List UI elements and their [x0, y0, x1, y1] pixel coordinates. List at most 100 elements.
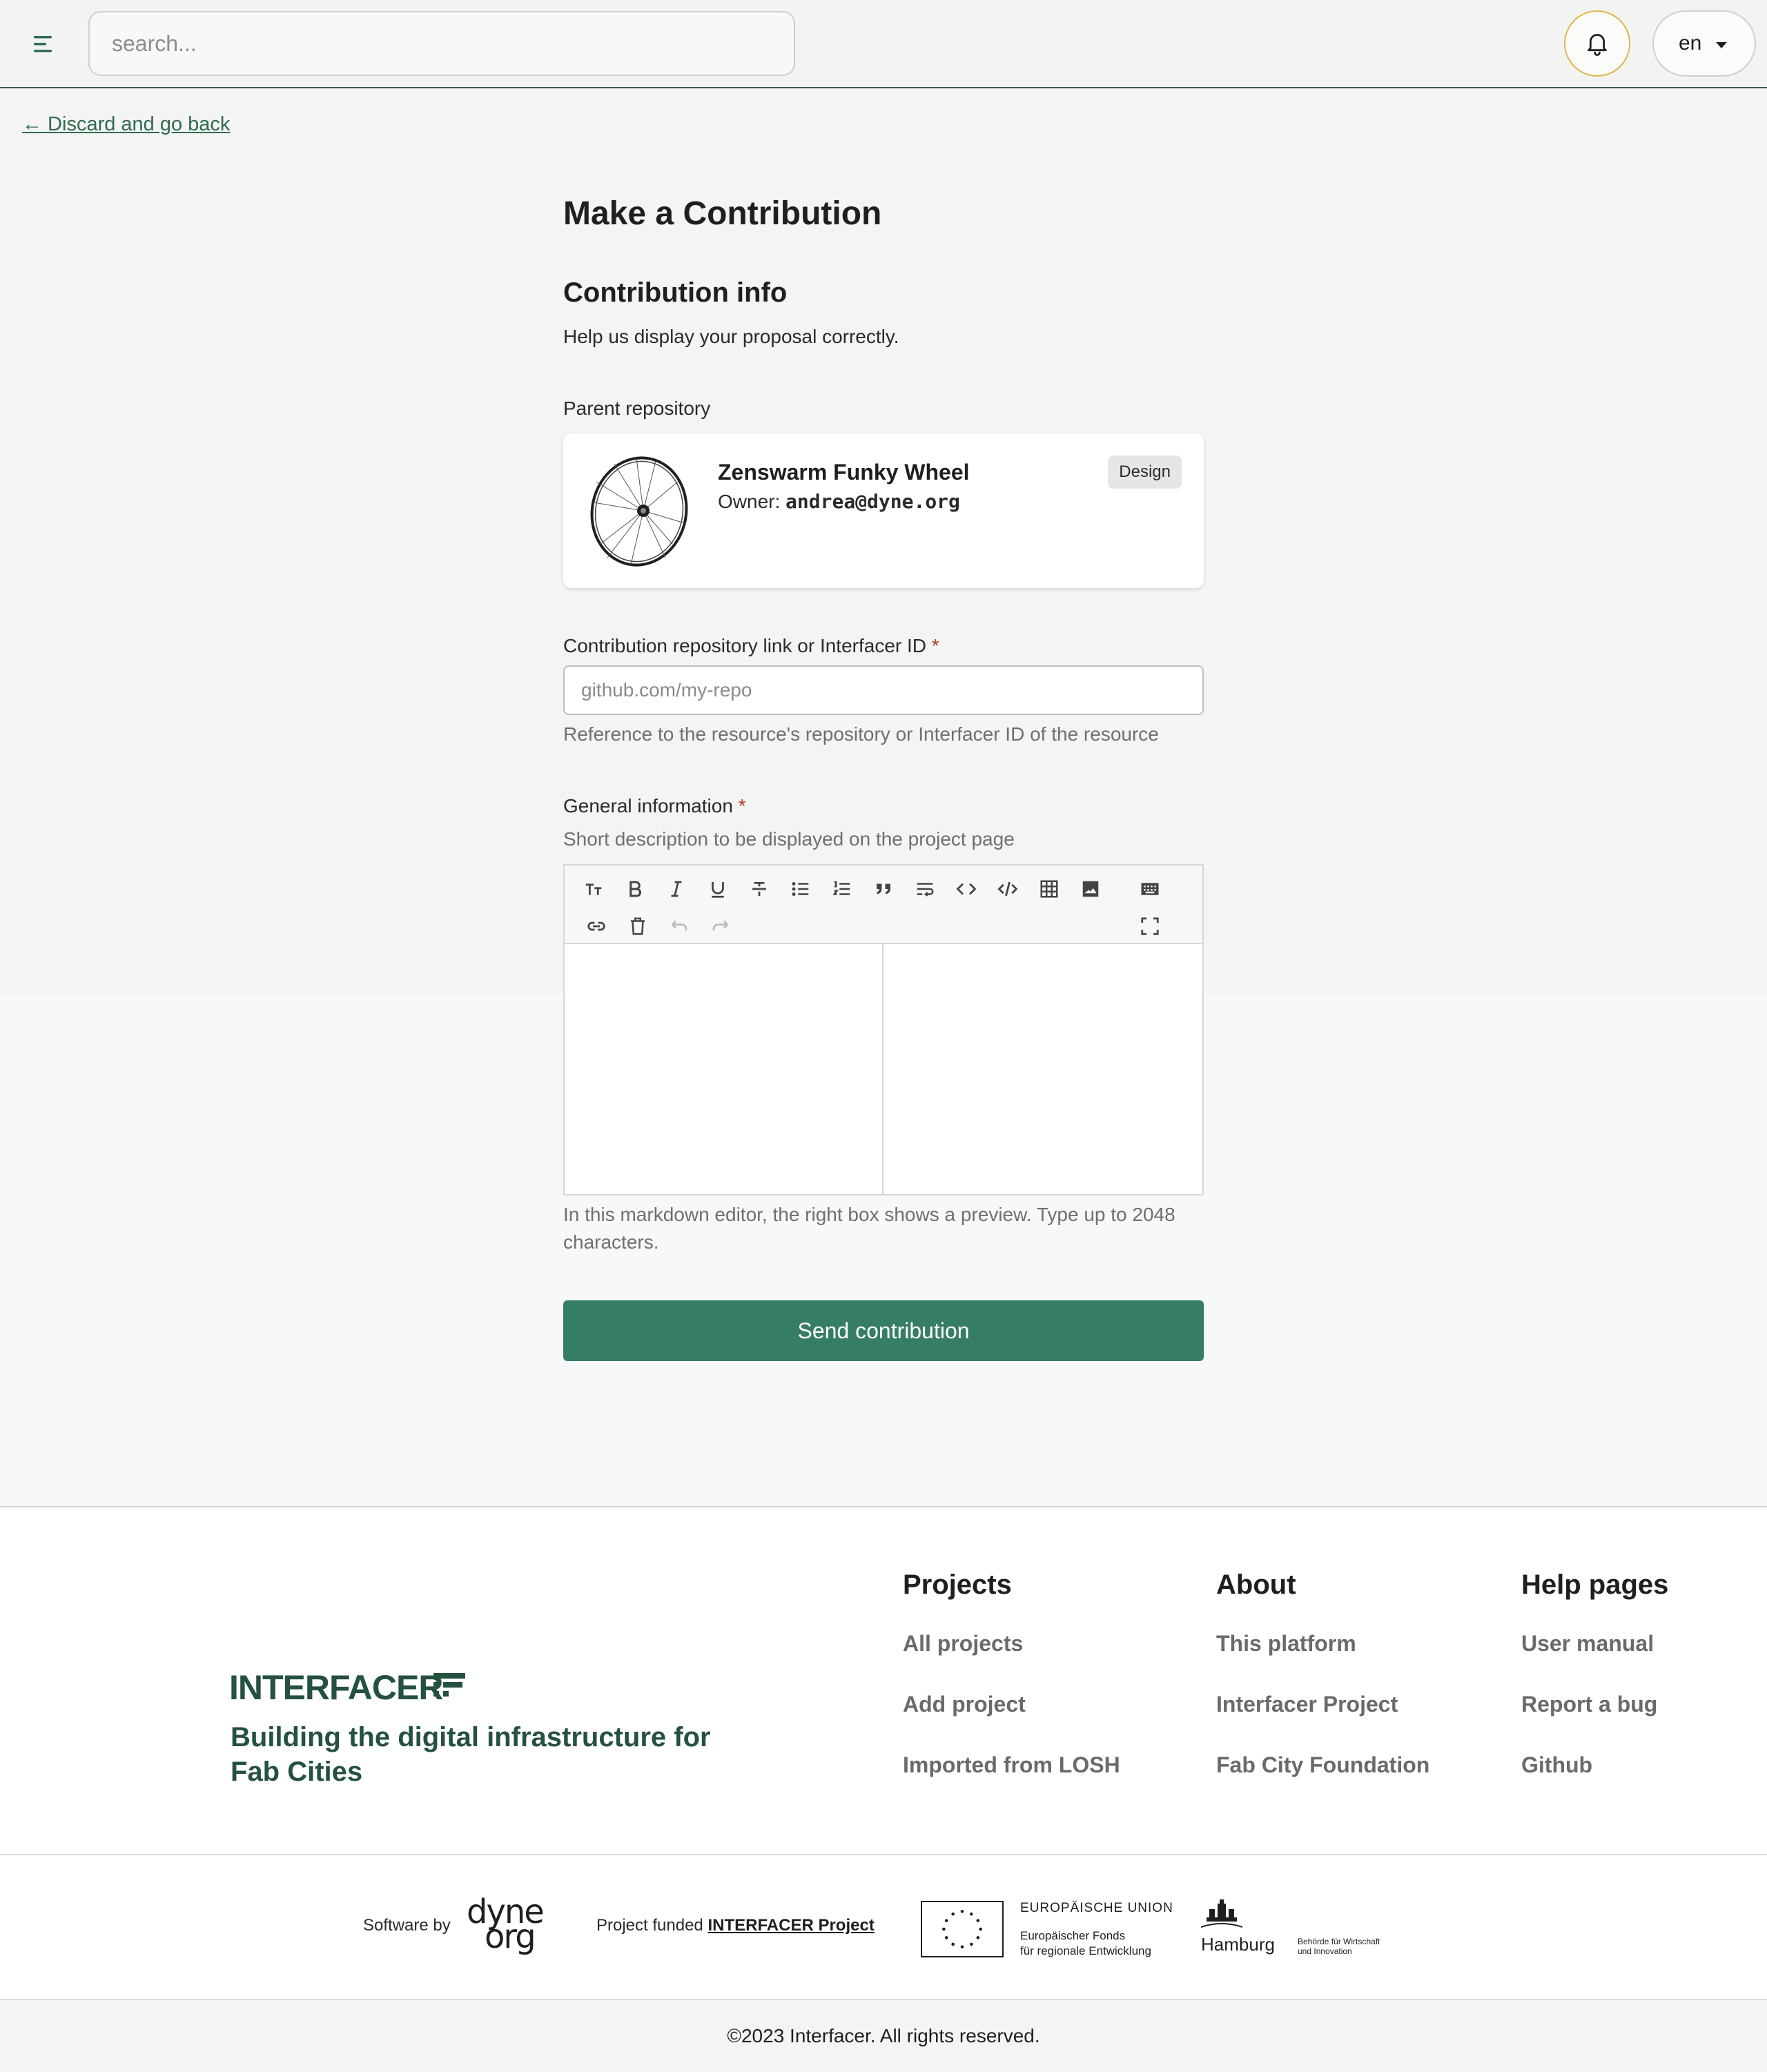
underline-icon	[712, 882, 724, 898]
footer-link-interfacer-project[interactable]: Interfacer Project	[1216, 1688, 1429, 1748]
language-value: en	[1679, 32, 1702, 55]
eu-subtitle: Europäischer Fonds für regionale Entwick…	[1020, 1928, 1151, 1959]
footer-link-this-platform[interactable]: This platform	[1216, 1627, 1429, 1688]
footer-column-about: About This platform Interfacer Project F…	[1216, 1570, 1429, 1809]
general-info-label: General information *	[563, 795, 746, 817]
code-button[interactable]	[951, 874, 982, 904]
owner-prefix: Owner:	[718, 491, 781, 512]
notifications-button[interactable]	[1564, 10, 1630, 77]
bullet-list-icon	[792, 882, 809, 896]
ordered-list-icon	[832, 881, 850, 895]
markdown-input-pane[interactable]	[565, 944, 884, 1194]
funded-by-text: Project funded INTERFACER Project	[596, 1916, 875, 1935]
keyboard-shortcuts-button[interactable]	[1135, 874, 1165, 904]
discard-back-link[interactable]: ← Discard and go back	[22, 113, 230, 136]
software-by-label: Software by	[363, 1916, 451, 1935]
footer-link-github[interactable]: Github	[1521, 1748, 1668, 1809]
footer-link-fab-city[interactable]: Fab City Foundation	[1216, 1748, 1429, 1809]
hamburg-subtitle-line1: Behörde für Wirtschaft	[1298, 1937, 1380, 1946]
section-title: Contribution info	[563, 277, 788, 308]
redo-icon	[712, 920, 728, 931]
code-icon	[956, 883, 977, 895]
dyne-logo[interactable]: dyne org	[467, 1895, 545, 1956]
search-input[interactable]	[88, 11, 795, 76]
fullscreen-icon	[1141, 917, 1159, 935]
redo-button[interactable]	[705, 911, 736, 941]
send-contribution-button[interactable]: Send contribution	[563, 1300, 1204, 1361]
interfacer-logo-text: INTERFACER	[229, 1668, 443, 1707]
menu-button[interactable]	[28, 28, 61, 61]
language-select[interactable]: en	[1652, 10, 1756, 77]
bullet-list-button[interactable]	[785, 874, 816, 904]
required-mark: *	[738, 795, 746, 817]
clear-button[interactable]	[623, 911, 653, 941]
chevron-down-icon	[1716, 42, 1727, 48]
wrap-button[interactable]	[910, 874, 940, 904]
heading-icon	[585, 883, 602, 895]
interfacer-logo-icon	[433, 1673, 465, 1697]
markdown-preview-pane	[884, 944, 1202, 1194]
undo-button[interactable]	[664, 911, 694, 941]
link-icon	[587, 921, 605, 931]
hamburg-castle-icon	[1201, 1899, 1242, 1928]
footer-column-projects: Projects All projects Add project Import…	[903, 1570, 1120, 1809]
funded-project-link[interactable]: INTERFACER Project	[707, 1916, 874, 1935]
bell-icon	[1588, 34, 1607, 56]
quote-icon	[877, 883, 890, 895]
repo-link-label-text: Contribution repository link or Interfac…	[563, 635, 926, 656]
menu-icon	[34, 36, 52, 52]
strikethrough-button[interactable]	[744, 874, 774, 904]
owner-email: andrea@dyne.org	[785, 490, 960, 513]
dyne-logo-line2: org	[485, 1917, 536, 1956]
repo-link-label: Contribution repository link or Interfac…	[563, 635, 939, 657]
quote-button[interactable]	[868, 874, 899, 904]
undo-icon	[672, 920, 687, 931]
parent-repo-card[interactable]: Zenswarm Funky Wheel Owner: andrea@dyne.…	[563, 433, 1204, 588]
strikethrough-icon	[752, 881, 766, 896]
underline-button[interactable]	[703, 874, 733, 904]
repo-type-badge: Design	[1108, 456, 1182, 489]
copyright-bar: ©2023 Interfacer. All rights reserved.	[0, 2000, 1767, 2072]
keyboard-icon	[1141, 883, 1159, 895]
eu-subtitle-line2: für regionale Entwicklung	[1020, 1944, 1151, 1957]
general-info-label-text: General information	[563, 795, 733, 817]
footer: INTERFACER Building the digital infrastr…	[0, 1506, 1767, 1854]
section-subtitle: Help us display your proposal correctly.	[563, 326, 899, 347]
page-title: Make a Contribution	[563, 195, 882, 232]
italic-button[interactable]	[661, 874, 692, 904]
eu-title: EUROPÄISCHE UNION	[1020, 1901, 1173, 1915]
ordered-list-button[interactable]	[827, 874, 857, 904]
footer-link-imported-losh[interactable]: Imported from LOSH	[903, 1748, 1120, 1809]
footer-link-all-projects[interactable]: All projects	[903, 1627, 1120, 1688]
footer-column-title: Projects	[903, 1570, 1012, 1600]
table-icon	[1040, 880, 1058, 898]
wrap-icon	[917, 883, 934, 897]
italic-icon	[671, 881, 682, 897]
code-block-button[interactable]	[993, 874, 1023, 904]
footer-link-add-project[interactable]: Add project	[903, 1688, 1120, 1748]
table-button[interactable]	[1034, 874, 1064, 904]
parent-repo-name: Zenswarm Funky Wheel	[718, 460, 970, 485]
hamburg-subtitle-line2: und Innovation	[1298, 1946, 1352, 1956]
parent-repo-label: Parent repository	[563, 398, 711, 419]
editor-hint: In this markdown editor, the right box s…	[563, 1204, 1175, 1253]
footer-link-user-manual[interactable]: User manual	[1521, 1627, 1668, 1688]
link-button[interactable]	[581, 911, 612, 941]
repo-link-input[interactable]	[563, 665, 1204, 715]
parent-repo-owner: Owner: andrea@dyne.org	[718, 490, 960, 513]
footer-column-title: About	[1216, 1570, 1296, 1600]
top-bar: en	[0, 0, 1767, 88]
funded-prefix: Project funded	[596, 1916, 703, 1935]
code-block-icon	[997, 881, 1018, 897]
image-icon	[1082, 881, 1099, 897]
heading-button[interactable]	[578, 874, 609, 904]
markdown-editor	[563, 864, 1204, 1195]
footer-column-help: Help pages User manual Report a bug Gith…	[1521, 1570, 1668, 1809]
bold-button[interactable]	[620, 874, 650, 904]
image-button[interactable]	[1075, 874, 1106, 904]
fullscreen-button[interactable]	[1135, 911, 1165, 941]
footer-link-report-bug[interactable]: Report a bug	[1521, 1688, 1668, 1748]
bold-icon	[629, 881, 641, 897]
editor-toolbar	[565, 866, 1202, 944]
copyright-text: ©2023 Interfacer. All rights reserved.	[727, 2025, 1040, 2046]
